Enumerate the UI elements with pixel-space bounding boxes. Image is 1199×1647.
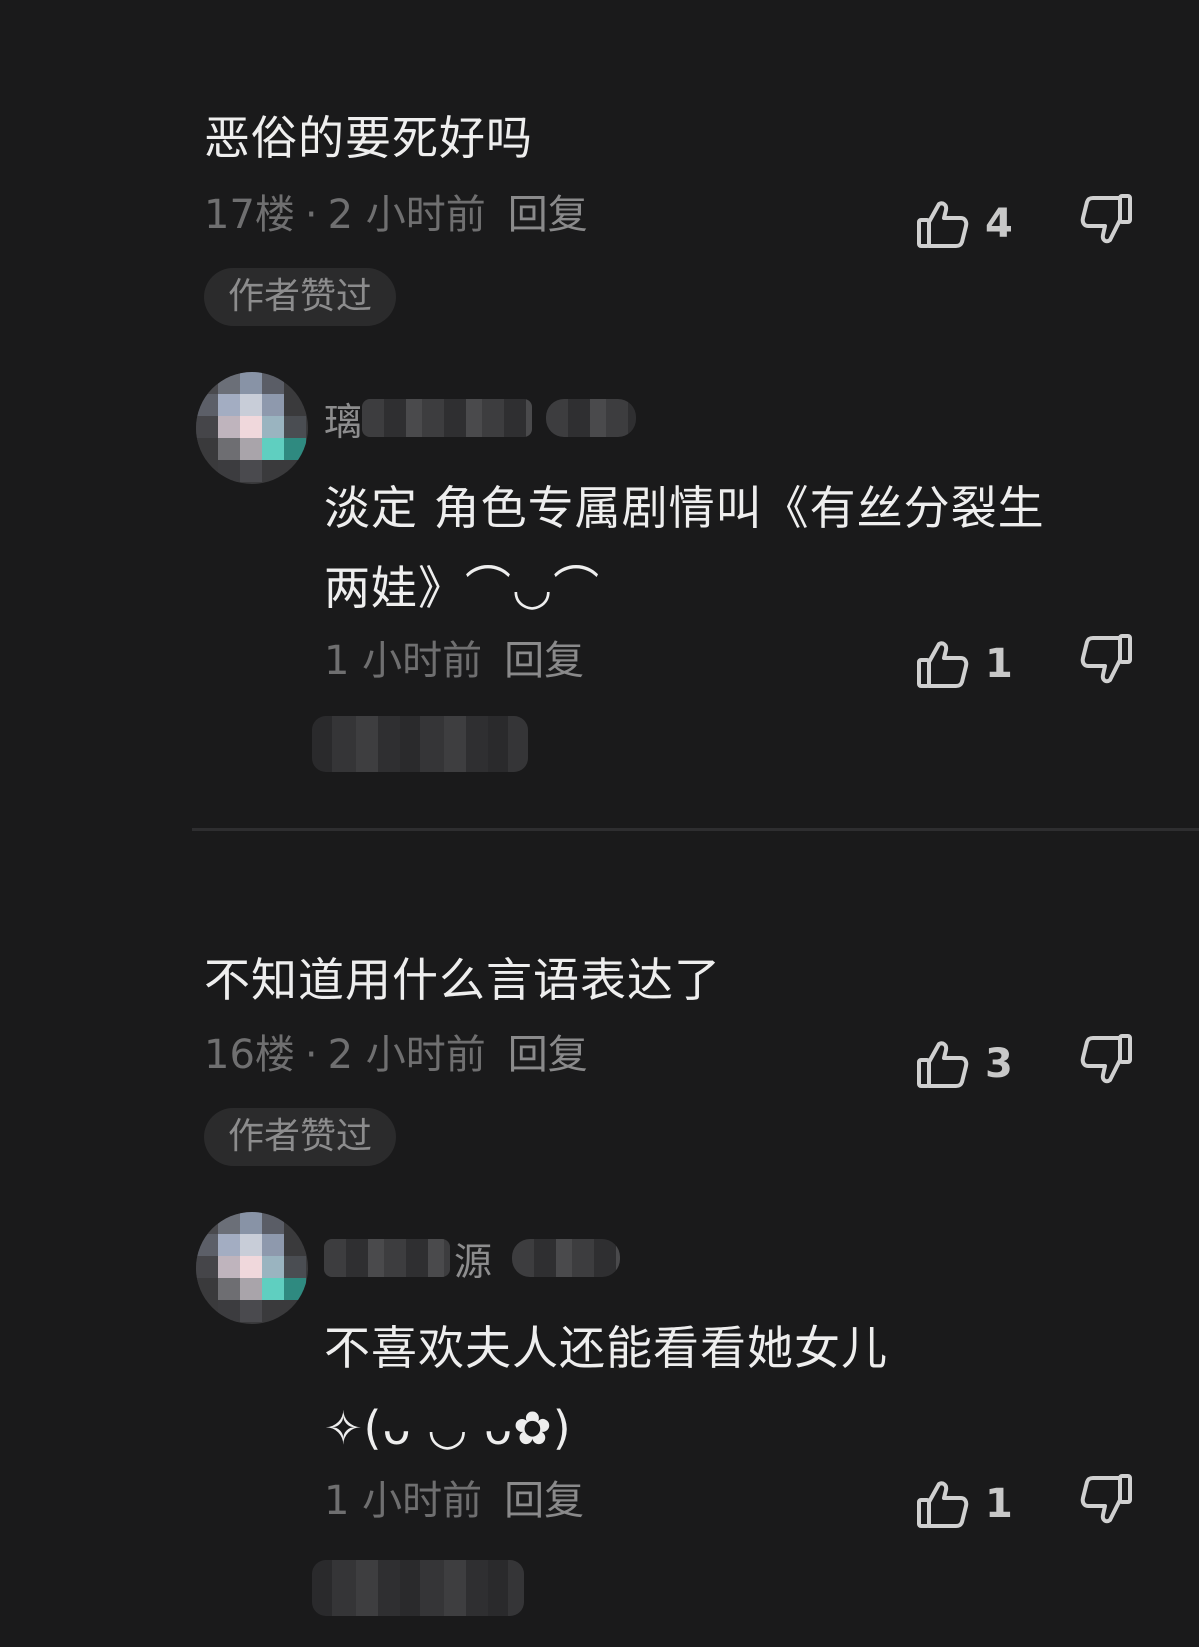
avatar[interactable] — [196, 372, 308, 484]
reply-button[interactable]: 回复 — [504, 1478, 584, 1524]
like-button[interactable]: 1 — [915, 1474, 1013, 1534]
like-button[interactable]: 4 — [915, 194, 1013, 254]
username-redaction — [362, 399, 533, 437]
username-redaction — [324, 1239, 450, 1277]
like-button[interactable]: 1 — [915, 634, 1013, 694]
thumbs-up-icon — [917, 1481, 969, 1528]
author-liked-badge: 作者赞过 — [204, 268, 397, 326]
comment-text: 不知道用什么言语表达了 — [204, 953, 721, 1007]
username-text: 源 — [454, 1239, 493, 1284]
reply-username[interactable]: 源 — [324, 1230, 621, 1286]
redacted-line — [312, 716, 528, 772]
like-button[interactable]: 3 — [915, 1034, 1013, 1094]
reply-text-line2: 两娃》⌒◡⌒ — [324, 561, 601, 615]
timestamp: 1 小时前 — [324, 638, 483, 684]
comment-meta: 16楼 · 2 小时前 回复 — [204, 1030, 588, 1080]
user-badge-redaction — [512, 1239, 621, 1277]
reply-button[interactable]: 回复 — [504, 638, 584, 684]
thumbs-down-icon — [1080, 634, 1132, 684]
floor-number: 17楼 — [204, 192, 295, 238]
meta-separator: · — [304, 192, 318, 238]
author-liked-badge: 作者赞过 — [204, 1108, 397, 1166]
dislike-button[interactable] — [1074, 630, 1134, 690]
like-count: 1 — [985, 641, 1013, 687]
timestamp: 1 小时前 — [324, 1478, 483, 1524]
username-text: 璃 — [324, 399, 363, 444]
timestamp: 2 小时前 — [327, 192, 486, 238]
comment-meta: 17楼 · 2 小时前 回复 — [204, 190, 588, 240]
thumbs-up-icon — [917, 1041, 969, 1088]
user-badge-redaction — [546, 399, 637, 437]
comment-17: 恶俗的要死好吗 17楼 · 2 小时前 回复 4 作者赞过 璃 淡定 角色专属剧… — [0, 0, 1199, 830]
floor-number: 16楼 — [204, 1032, 295, 1078]
reply-button[interactable]: 回复 — [508, 192, 588, 238]
redacted-line — [312, 1560, 524, 1616]
like-count: 3 — [985, 1041, 1013, 1087]
reply-text-line1: 淡定 角色专属剧情叫《有丝分裂生 — [324, 481, 1045, 535]
reply-username[interactable]: 璃 — [324, 390, 637, 446]
like-count: 4 — [985, 201, 1013, 247]
timestamp: 2 小时前 — [327, 1032, 486, 1078]
comment-text: 恶俗的要死好吗 — [204, 111, 533, 165]
dislike-button[interactable] — [1074, 190, 1134, 250]
comment-16: 不知道用什么言语表达了 16楼 · 2 小时前 回复 3 作者赞过 源 不喜欢夫… — [0, 830, 1199, 1647]
thumbs-down-icon — [1080, 194, 1132, 244]
thumbs-up-icon — [917, 201, 969, 248]
thumbs-down-icon — [1080, 1034, 1132, 1084]
reply-button[interactable]: 回复 — [508, 1032, 588, 1078]
thumbs-up-icon — [917, 641, 969, 688]
reply-text-line1: 不喜欢夫人还能看看她女儿 — [324, 1321, 888, 1375]
reply-meta: 1 小时前 回复 — [324, 636, 584, 686]
thumbs-down-icon — [1080, 1474, 1132, 1524]
reply-meta: 1 小时前 回复 — [324, 1476, 584, 1526]
like-count: 1 — [985, 1481, 1013, 1527]
dislike-button[interactable] — [1074, 1470, 1134, 1530]
avatar[interactable] — [196, 1212, 308, 1324]
meta-separator: · — [304, 1032, 318, 1078]
dislike-button[interactable] — [1074, 1030, 1134, 1090]
reply-text-line2: ✧(ᴗ ◡ ᴗ✿) — [324, 1401, 572, 1455]
